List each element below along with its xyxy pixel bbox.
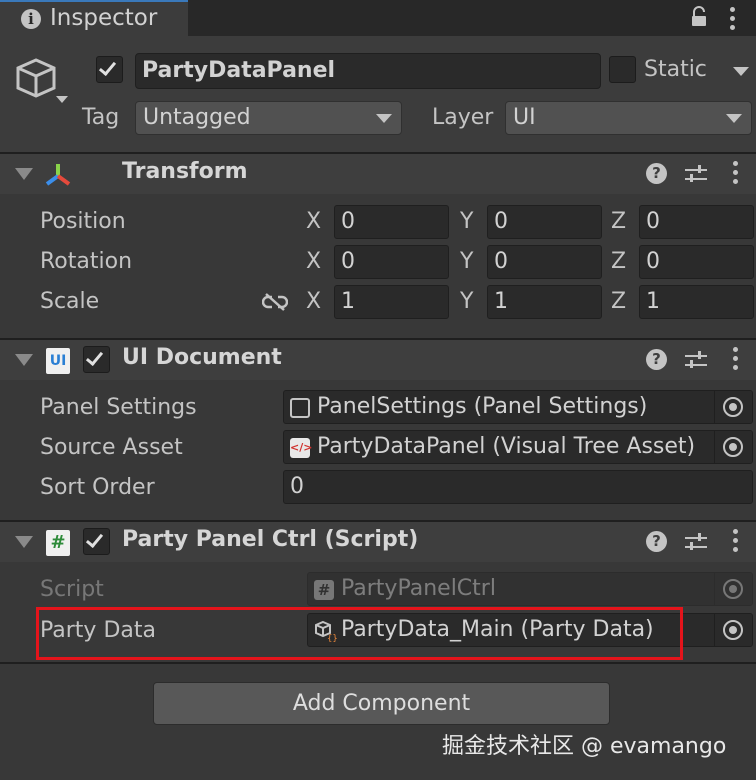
script-asset-icon: # <box>314 580 334 600</box>
static-checkbox[interactable] <box>609 56 636 83</box>
inspector-window: i Inspector PartyDataPanel Static Tag Un… <box>0 0 756 780</box>
party-data-highlight-box <box>36 607 683 660</box>
source-asset-value: PartyDataPanel (Visual Tree Asset) <box>317 434 696 459</box>
position-x-input[interactable]: 0 <box>334 205 449 239</box>
checkmark-icon <box>85 529 104 549</box>
axis-y-label[interactable]: Y <box>460 249 473 274</box>
object-picker-button[interactable] <box>714 431 752 463</box>
object-picker-icon <box>723 397 743 417</box>
position-label: Position <box>40 209 126 234</box>
script-field: # PartyPanelCtrl <box>307 572 753 606</box>
tab-title: Inspector <box>50 5 158 31</box>
presets-icon[interactable] <box>685 532 707 552</box>
scale-x-input[interactable]: 1 <box>334 285 449 319</box>
script-component-header[interactable]: # Party Panel Ctrl (Script) ? <box>0 522 756 562</box>
tab-inspector[interactable]: i Inspector <box>0 0 188 36</box>
script-label: Script <box>40 577 104 602</box>
ui-document-header[interactable]: UI UI Document ? <box>0 340 756 380</box>
help-icon[interactable]: ? <box>646 531 667 552</box>
foldout-arrow-icon[interactable] <box>15 168 33 180</box>
script-component-title: Party Panel Ctrl (Script) <box>122 527 419 552</box>
layer-dropdown[interactable]: UI <box>505 101 752 135</box>
chevron-down-icon <box>726 114 742 123</box>
position-y-input[interactable]: 0 <box>487 205 602 239</box>
axis-x-label[interactable]: X <box>306 249 321 274</box>
axis-y-label[interactable]: Y <box>460 209 473 234</box>
object-picker-icon <box>723 620 743 640</box>
visual-tree-asset-icon: </> <box>290 438 312 458</box>
component-menu-icon[interactable] <box>733 161 739 188</box>
ui-document-title: UI Document <box>122 345 282 370</box>
component-menu-icon[interactable] <box>733 529 739 556</box>
object-picker-button[interactable] <box>714 391 752 423</box>
script-enabled-checkbox[interactable] <box>83 528 110 555</box>
scale-label: Scale <box>40 289 100 314</box>
transform-axes-icon <box>45 164 71 186</box>
divider <box>0 662 756 664</box>
panel-settings-label: Panel Settings <box>40 395 197 420</box>
axis-x-label[interactable]: X <box>306 209 321 234</box>
tag-label: Tag <box>82 105 120 130</box>
constrain-proportions-icon[interactable] <box>262 293 288 311</box>
object-header: PartyDataPanel Static Tag Untagged Layer… <box>0 36 756 152</box>
sort-order-input[interactable]: 0 <box>283 470 753 504</box>
object-picker-icon <box>723 437 743 457</box>
tag-value: Untagged <box>143 105 251 130</box>
foldout-arrow-icon[interactable] <box>15 354 33 366</box>
transform-title: Transform <box>122 159 248 184</box>
panel-settings-asset-icon <box>290 398 310 418</box>
add-component-button[interactable]: Add Component <box>153 682 610 725</box>
rotation-x-input[interactable]: 0 <box>334 245 449 279</box>
rotation-y-input[interactable]: 0 <box>487 245 602 279</box>
foldout-arrow-icon[interactable] <box>15 536 33 548</box>
layer-label: Layer <box>432 105 494 130</box>
scale-y-input[interactable]: 1 <box>487 285 602 319</box>
source-asset-field[interactable]: </> PartyDataPanel (Visual Tree Asset) <box>283 430 753 464</box>
axis-y-label[interactable]: Y <box>460 289 473 314</box>
watermark: 掘金技术社区 @ evamango <box>442 734 727 759</box>
object-picker-button <box>714 573 752 605</box>
ui-document-icon: UI <box>46 348 70 374</box>
object-picker-button[interactable] <box>714 614 752 646</box>
static-label: Static <box>644 57 707 82</box>
kebab-menu-icon[interactable] <box>730 7 736 34</box>
csharp-script-icon: # <box>46 530 70 556</box>
component-menu-icon[interactable] <box>733 347 739 374</box>
tag-dropdown[interactable]: Untagged <box>135 101 402 135</box>
static-dropdown-icon[interactable] <box>733 67 749 76</box>
layer-value: UI <box>513 105 536 130</box>
info-icon: i <box>21 9 41 29</box>
gameobject-cube-icon[interactable] <box>16 56 72 108</box>
scale-z-input[interactable]: 1 <box>639 285 754 319</box>
help-icon[interactable]: ? <box>646 349 667 370</box>
lock-icon[interactable] <box>690 6 708 28</box>
ui-document-enabled-checkbox[interactable] <box>83 346 110 373</box>
sort-order-label: Sort Order <box>40 475 155 500</box>
axis-z-label[interactable]: Z <box>611 249 626 274</box>
checkmark-icon <box>85 347 104 367</box>
ui-document-body: Panel Settings PanelSettings (Panel Sett… <box>0 380 756 520</box>
presets-icon[interactable] <box>685 350 707 370</box>
rotation-label: Rotation <box>40 249 133 274</box>
transform-body: Position X 0 Y 0 Z 0 Rotation X 0 Y 0 Z … <box>0 194 756 338</box>
transform-header[interactable]: Transform ? <box>0 154 756 194</box>
object-name-input[interactable]: PartyDataPanel <box>135 53 601 89</box>
chevron-down-icon <box>376 114 392 123</box>
panel-settings-field[interactable]: PanelSettings (Panel Settings) <box>283 390 753 424</box>
checkmark-icon <box>98 57 117 77</box>
tab-bar: i Inspector <box>0 0 756 36</box>
position-z-input[interactable]: 0 <box>639 205 754 239</box>
axis-z-label[interactable]: Z <box>611 209 626 234</box>
object-picker-icon <box>723 579 743 599</box>
rotation-z-input[interactable]: 0 <box>639 245 754 279</box>
script-value: PartyPanelCtrl <box>341 576 496 601</box>
active-checkbox[interactable] <box>96 56 123 83</box>
presets-icon[interactable] <box>685 164 707 184</box>
help-icon[interactable]: ? <box>646 163 667 184</box>
axis-z-label[interactable]: Z <box>611 289 626 314</box>
source-asset-label: Source Asset <box>40 435 183 460</box>
panel-settings-value: PanelSettings (Panel Settings) <box>317 394 648 419</box>
axis-x-label[interactable]: X <box>306 289 321 314</box>
